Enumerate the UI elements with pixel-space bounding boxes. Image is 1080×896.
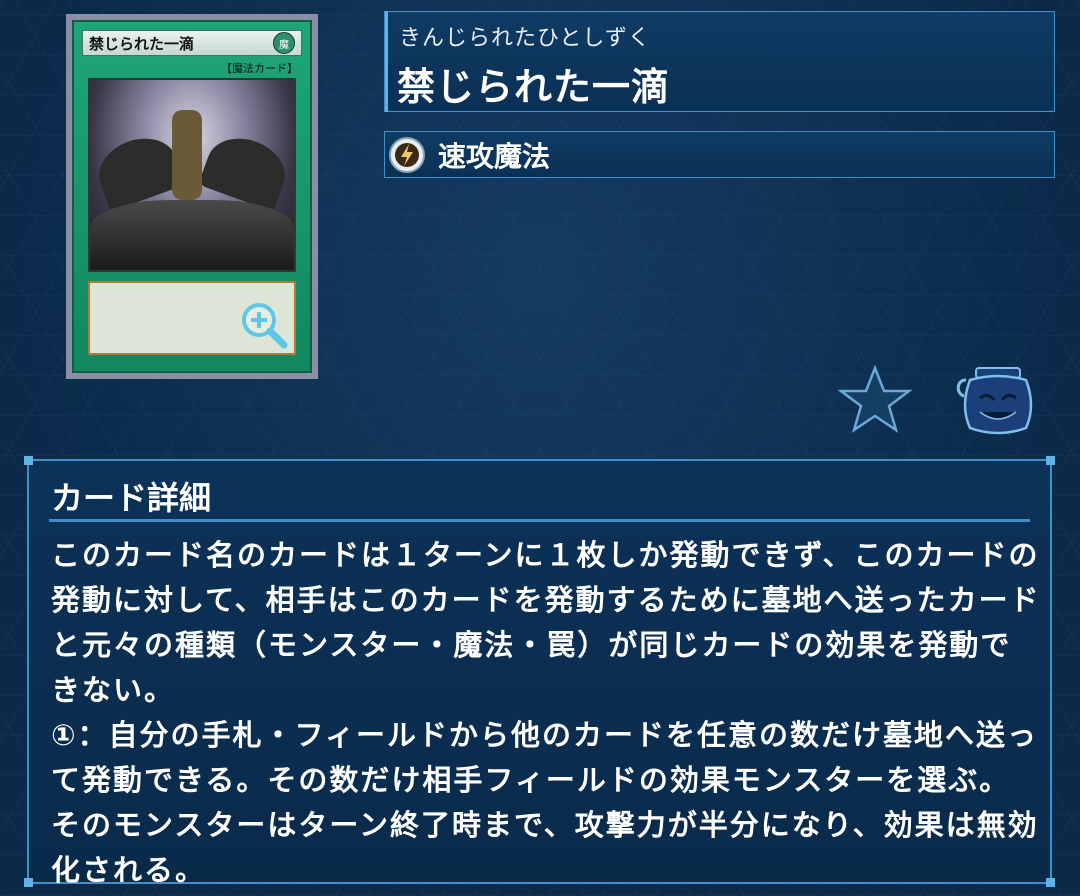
- card-name-ruby: きんじられたひとしずく: [399, 26, 651, 51]
- card-image-name-bar: 禁じられた一滴 魔: [82, 30, 302, 56]
- spell-type-label: 速攻魔法: [438, 139, 551, 173]
- star-icon[interactable]: [838, 364, 912, 434]
- spell-attribute-icon: 魔: [273, 32, 295, 54]
- quick-play-spell-icon: [389, 136, 425, 173]
- card-image-type-label: 【魔法カード】: [221, 62, 298, 75]
- panel-corner-marker: [24, 456, 33, 465]
- pot-of-greed-icon[interactable]: [952, 366, 1036, 438]
- panel-corner-marker: [24, 878, 33, 887]
- card-image-name: 禁じられた一滴: [89, 34, 195, 53]
- card-name: 禁じられた一滴: [397, 65, 671, 109]
- zoom-in-icon[interactable]: [238, 299, 290, 351]
- card-detail-title: カード詳細: [51, 479, 212, 517]
- card-image-frame[interactable]: 禁じられた一滴 魔 【魔法カード】: [66, 14, 318, 379]
- card-detail-panel: カード詳細 このカード名のカードは１ターンに１枚しか発動できず、このカードの発動…: [24, 456, 1055, 887]
- panel-corner-marker: [1046, 878, 1055, 887]
- card-artwork: [88, 78, 296, 272]
- card-effect-text: このカード名のカードは１ターンに１枚しか発動できず、このカードの発動に対して、相…: [51, 538, 1041, 887]
- card-image: 禁じられた一滴 魔 【魔法カード】: [72, 20, 312, 373]
- divider: [49, 519, 1030, 522]
- panel-corner-marker: [1046, 456, 1055, 465]
- card-type-panel: 速攻魔法: [384, 131, 1055, 178]
- card-name-panel: きんじられたひとしずく 禁じられた一滴: [384, 11, 1055, 112]
